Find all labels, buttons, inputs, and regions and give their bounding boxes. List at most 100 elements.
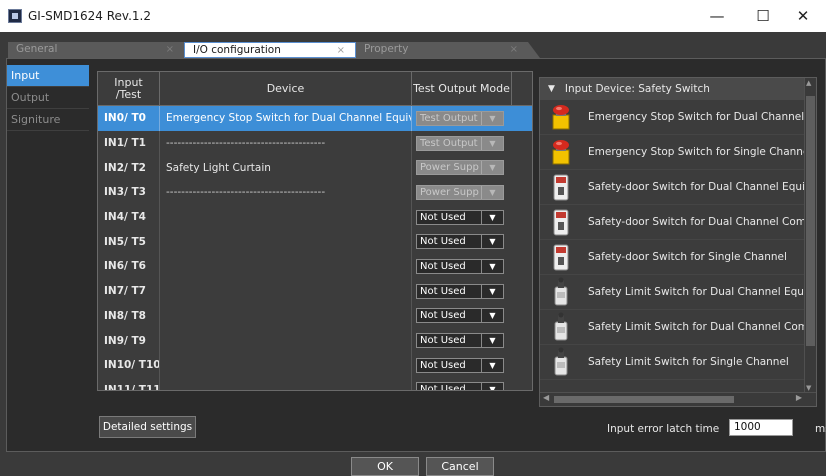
- table-row[interactable]: IN7/ T7 Not Used ▼: [98, 278, 532, 304]
- device-list: ▼ Input Device: Safety Switch Emergency …: [539, 77, 817, 407]
- row-io-label: IN10/ T10: [98, 352, 160, 378]
- device-list-title: Input Device: Safety Switch: [564, 83, 710, 95]
- table-row[interactable]: IN0/ T0 Emergency Stop Switch for Dual Ch…: [98, 106, 532, 131]
- dropdown-arrow-icon: ▼: [481, 136, 503, 150]
- scroll-left-icon[interactable]: ◀: [543, 393, 549, 402]
- row-device[interactable]: Emergency Stop Switch for Dual Channel E…: [160, 106, 412, 131]
- test-output-mode-select[interactable]: Not Used ▼: [416, 258, 504, 274]
- left-nav: Input Output Signiture: [7, 65, 89, 131]
- close-window-button[interactable]: ✕: [780, 0, 826, 32]
- dropdown-arrow-icon[interactable]: ▼: [481, 284, 503, 298]
- row-device[interactable]: [160, 254, 412, 279]
- test-output-mode-select[interactable]: Not Used ▼: [416, 333, 504, 349]
- device-list-vertical-scrollbar[interactable]: ▲ ▼: [804, 78, 816, 393]
- test-output-mode-select[interactable]: Not Used ▼: [416, 308, 504, 324]
- device-list-horizontal-scrollbar[interactable]: ◀ ▶: [540, 392, 816, 406]
- test-output-mode-select[interactable]: Not Used ▼: [416, 234, 504, 250]
- device-list-item-label: Safety-door Switch for Dual Channel Comp…: [588, 216, 817, 228]
- nav-item-input[interactable]: Input: [7, 65, 89, 87]
- row-mode-cell: Test Output ▼: [412, 131, 512, 156]
- row-device[interactable]: [160, 229, 412, 255]
- dropdown-arrow-icon[interactable]: ▼: [481, 309, 503, 323]
- table-row[interactable]: IN3/ T3 ---------------------------------…: [98, 180, 532, 205]
- table-row[interactable]: IN9/ T9 Not Used ▼: [98, 328, 532, 353]
- device-list-item[interactable]: Safety-door Switch for Single Channel: [540, 240, 816, 275]
- mode-select-value: Not Used: [420, 236, 466, 248]
- row-mode-cell: Power Supp ▼: [412, 155, 512, 180]
- device-list-item[interactable]: Emergency Stop Switch for Single Channel: [540, 135, 816, 170]
- table-row[interactable]: IN8/ T8 Not Used ▼: [98, 303, 532, 329]
- vertical-scroll-thumb[interactable]: [806, 96, 815, 346]
- tab-property[interactable]: Property ×: [356, 42, 540, 58]
- test-output-mode-select[interactable]: Not Used ▼: [416, 283, 504, 299]
- dropdown-arrow-icon[interactable]: ▼: [481, 235, 503, 249]
- row-io-label: IN1/ T1: [98, 130, 160, 156]
- row-device[interactable]: ----------------------------------------…: [160, 180, 412, 205]
- tab-io-configuration[interactable]: I/O configuration ×: [184, 42, 356, 58]
- device-list-item[interactable]: Safety Limit Switch for Single Channel: [540, 345, 816, 380]
- row-device[interactable]: [160, 204, 412, 230]
- tab-strip: General × I/O configuration × Property ×: [0, 32, 826, 58]
- dropdown-arrow-icon[interactable]: ▼: [481, 383, 503, 390]
- row-device[interactable]: Safety Light Curtain: [160, 155, 412, 181]
- nav-item-signiture[interactable]: Signiture: [7, 109, 89, 131]
- row-device[interactable]: [160, 377, 412, 390]
- row-device[interactable]: [160, 352, 412, 378]
- table-row[interactable]: IN4/ T4 Not Used ▼: [98, 204, 532, 230]
- tab-general[interactable]: General ×: [8, 42, 184, 58]
- device-items: Emergency Stop Switch for Dual Channel E…: [540, 100, 816, 380]
- test-output-mode-select[interactable]: Not Used ▼: [416, 357, 504, 373]
- dropdown-arrow-icon[interactable]: ▼: [481, 358, 503, 372]
- table-row[interactable]: IN1/ T1 ---------------------------------…: [98, 130, 532, 156]
- estop-icon: [550, 137, 572, 167]
- detailed-settings-button[interactable]: Detailed settings: [99, 416, 196, 438]
- test-output-mode-select[interactable]: Not Used ▼: [416, 382, 504, 390]
- row-mode-cell: Not Used ▼: [412, 279, 512, 304]
- row-mode-cell: Power Supp ▼: [412, 180, 512, 205]
- door-switch-icon: [550, 242, 572, 272]
- dropdown-arrow-icon[interactable]: ▼: [481, 259, 503, 273]
- table-row[interactable]: IN11/ T11 Not Used ▼: [98, 377, 532, 390]
- scroll-right-icon[interactable]: ▶: [796, 393, 802, 402]
- device-list-item[interactable]: Safety Limit Switch for Dual Channel Com…: [540, 310, 816, 345]
- ok-button[interactable]: OK: [351, 457, 419, 476]
- scroll-down-icon[interactable]: ▼: [806, 384, 811, 392]
- collapse-triangle-icon[interactable]: ▼: [548, 84, 555, 94]
- header-input-test: Input /Test: [98, 72, 160, 105]
- table-row[interactable]: IN6/ T6 Not Used ▼: [98, 254, 532, 279]
- cancel-button[interactable]: Cancel: [426, 457, 494, 476]
- row-io-label: IN7/ T7: [98, 278, 160, 304]
- header-input-test-label: Input /Test: [114, 75, 143, 101]
- device-list-item[interactable]: Safety-door Switch for Dual Channel Comp…: [540, 205, 816, 240]
- row-mode-cell: Not Used ▼: [412, 304, 512, 329]
- row-device[interactable]: [160, 303, 412, 329]
- device-list-header[interactable]: ▼ Input Device: Safety Switch: [540, 78, 816, 100]
- row-device[interactable]: [160, 328, 412, 353]
- dropdown-arrow-icon[interactable]: ▼: [481, 210, 503, 224]
- horizontal-scroll-thumb[interactable]: [554, 396, 734, 403]
- mode-select-value: Test Output: [420, 137, 478, 149]
- test-output-mode-select[interactable]: Not Used ▼: [416, 209, 504, 225]
- table-row[interactable]: IN10/ T10 Not Used ▼: [98, 352, 532, 378]
- dropdown-arrow-icon[interactable]: ▼: [481, 334, 503, 348]
- table-row[interactable]: IN5/ T5 Not Used ▼: [98, 229, 532, 255]
- row-device[interactable]: [160, 278, 412, 304]
- table-row[interactable]: IN2/ T2 Safety Light Curtain Power Supp ▼: [98, 155, 532, 181]
- dropdown-arrow-icon: ▼: [481, 111, 503, 125]
- device-list-item[interactable]: Emergency Stop Switch for Dual Channel E…: [540, 100, 816, 135]
- nav-item-output[interactable]: Output: [7, 87, 89, 109]
- tab-general-close-icon[interactable]: ×: [166, 42, 174, 57]
- row-device[interactable]: ----------------------------------------…: [160, 130, 412, 156]
- scroll-up-icon[interactable]: ▲: [806, 79, 811, 87]
- title-bar: GI-SMD1624 Rev.1.2 — ☐ ✕: [0, 0, 826, 32]
- table-body: IN0/ T0 Emergency Stop Switch for Dual Ch…: [98, 106, 532, 390]
- minimize-button[interactable]: —: [694, 0, 740, 32]
- tab-io-close-icon[interactable]: ×: [337, 43, 345, 58]
- device-list-item-label: Safety-door Switch for Dual Channel Equi…: [588, 181, 817, 193]
- device-list-item[interactable]: Safety Limit Switch for Dual Channel Equ…: [540, 275, 816, 310]
- input-error-latch-field[interactable]: 1000: [729, 419, 793, 436]
- tab-property-close-icon[interactable]: ×: [510, 42, 518, 57]
- limit-switch-icon: [550, 347, 572, 377]
- device-list-item[interactable]: Safety-door Switch for Dual Channel Equi…: [540, 170, 816, 205]
- header-device: Device: [160, 72, 412, 105]
